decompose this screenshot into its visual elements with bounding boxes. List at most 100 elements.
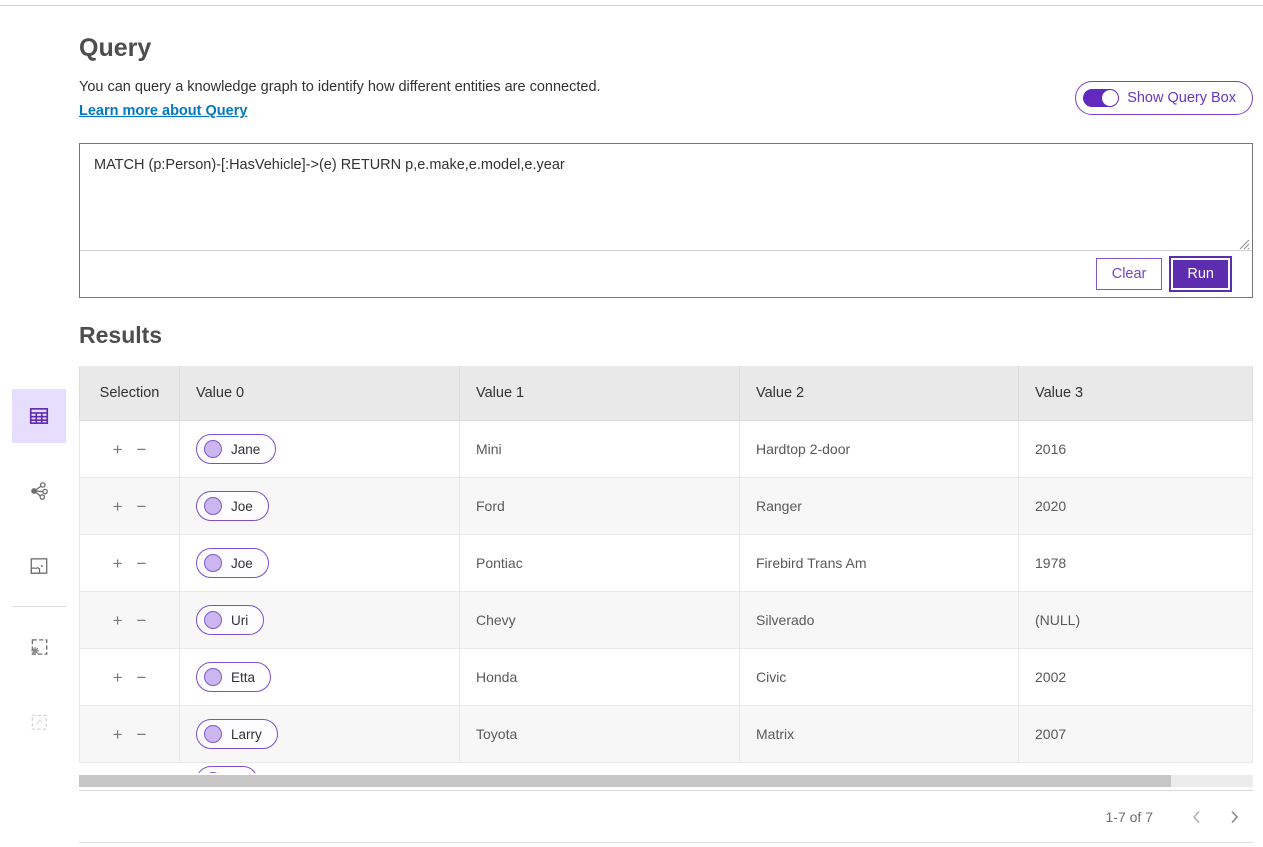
sidebar-item-map-overlay-view[interactable] — [12, 620, 66, 674]
table-header-row: Selection Value 0 Value 1 Value 2 Value … — [79, 366, 1253, 421]
scrollbar-track — [79, 775, 1253, 787]
vehicle-make: Mini — [476, 441, 502, 457]
entity-chip[interactable]: Joe — [196, 548, 269, 578]
select-add-button[interactable]: + — [113, 669, 123, 686]
value1-cell: Pontiac — [460, 535, 740, 591]
entity-dot-icon — [204, 497, 222, 515]
run-button[interactable]: Run — [1171, 258, 1230, 290]
selection-cell: + − — [79, 535, 180, 591]
entity-dot-icon — [204, 554, 222, 572]
table-row: + − Jane Mini Hardtop 2-door — [79, 421, 1253, 478]
value2-cell: Matrix — [740, 706, 1019, 762]
view-switcher-sidebar — [12, 389, 66, 749]
sidebar-item-table-view[interactable] — [12, 389, 66, 443]
select-add-button[interactable]: + — [113, 555, 123, 572]
entity-chip[interactable]: Uri — [196, 605, 264, 635]
pagination-next-button[interactable] — [1215, 802, 1253, 832]
entity-name: Etta — [231, 670, 255, 685]
selection-cell: + − — [79, 421, 180, 477]
table-icon — [28, 405, 50, 427]
resize-handle-icon[interactable] — [1238, 238, 1250, 250]
select-remove-button[interactable]: − — [137, 669, 147, 686]
pagination-prev-button[interactable] — [1177, 802, 1215, 832]
link-chart-icon — [28, 480, 50, 502]
select-remove-button[interactable]: − — [137, 612, 147, 629]
show-query-box-toggle[interactable]: Show Query Box — [1075, 81, 1253, 115]
entity-dot-icon — [204, 611, 222, 629]
vehicle-year: 2020 — [1035, 498, 1066, 514]
value2-cell: Hardtop 2-door — [740, 421, 1019, 477]
vehicle-model: Firebird Trans Am — [756, 555, 866, 571]
value1-cell: Toyota — [460, 706, 740, 762]
chevron-left-icon — [1192, 810, 1201, 824]
value2-cell: Civic — [740, 649, 1019, 705]
vehicle-make: Ford — [476, 498, 505, 514]
table-row: + − Uri Chevy Silverado — [79, 592, 1253, 649]
value1-cell: Chevy — [460, 592, 740, 648]
column-header-value0: Value 0 — [180, 366, 460, 420]
sidebar-divider — [12, 606, 66, 607]
vehicle-make: Pontiac — [476, 555, 523, 571]
map-overlay-icon — [28, 636, 50, 658]
entity-dot-icon — [204, 772, 222, 773]
partial-seventh-row — [79, 763, 1253, 773]
vehicle-model: Hardtop 2-door — [756, 441, 850, 457]
entity-dot-icon — [204, 440, 222, 458]
vehicle-model: Ranger — [756, 498, 802, 514]
value3-cell: 2002 — [1019, 649, 1253, 705]
entity-dot-icon — [204, 725, 222, 743]
vehicle-year: 2016 — [1035, 441, 1066, 457]
entity-chip-clipped — [196, 766, 258, 773]
value3-cell: 2020 — [1019, 478, 1253, 534]
value1-cell: Honda — [460, 649, 740, 705]
vehicle-year: 1978 — [1035, 555, 1066, 571]
table-row: + − Joe Pontiac Firebird Trans Am — [79, 535, 1253, 592]
value2-cell: Ranger — [740, 478, 1019, 534]
entity-chip[interactable]: Joe — [196, 491, 269, 521]
select-add-button[interactable]: + — [113, 498, 123, 515]
select-remove-button[interactable]: − — [137, 555, 147, 572]
sidebar-item-map-view[interactable] — [12, 539, 66, 593]
entity-chip[interactable]: Etta — [196, 662, 271, 692]
table-row: + − Joe Ford Ranger — [79, 478, 1253, 535]
selection-cell: + − — [79, 478, 180, 534]
select-add-button[interactable]: + — [113, 726, 123, 743]
entity-chip[interactable]: Larry — [196, 719, 278, 749]
value0-cell: Uri — [180, 592, 460, 648]
selection-cell: + − — [79, 592, 180, 648]
entity-name: Joe — [231, 556, 253, 571]
query-input[interactable]: MATCH (p:Person)-[:HasVehicle]->(e) RETU… — [80, 144, 1252, 250]
value1-cell: Mini — [460, 421, 740, 477]
results-table: Selection Value 0 Value 1 Value 2 Value … — [79, 366, 1253, 843]
value3-cell: 1978 — [1019, 535, 1253, 591]
selection-cell: + − — [79, 706, 180, 762]
results-title: Results — [79, 322, 162, 349]
entity-name: Joe — [231, 499, 253, 514]
query-box-footer: Clear Run — [80, 250, 1252, 297]
column-header-value3: Value 3 — [1019, 366, 1253, 420]
entity-chip[interactable]: Jane — [196, 434, 276, 464]
entity-name: Uri — [231, 613, 248, 628]
page-title: Query — [79, 34, 151, 63]
select-remove-button[interactable]: − — [137, 726, 147, 743]
table-row: + − Etta Honda Civic — [79, 649, 1253, 706]
select-add-button[interactable]: + — [113, 441, 123, 458]
entity-name: Larry — [231, 727, 262, 742]
table-body: + − Jane Mini Hardtop 2-door — [79, 421, 1253, 763]
select-remove-button[interactable]: − — [137, 441, 147, 458]
vehicle-make: Chevy — [476, 612, 516, 628]
value3-cell: 2007 — [1019, 706, 1253, 762]
scrollbar-thumb[interactable] — [79, 775, 1171, 787]
select-add-button[interactable]: + — [113, 612, 123, 629]
clear-button[interactable]: Clear — [1096, 258, 1163, 290]
chevron-right-icon — [1230, 810, 1239, 824]
value0-cell: Jane — [180, 421, 460, 477]
page-description: You can query a knowledge graph to ident… — [79, 79, 601, 95]
vehicle-model: Silverado — [756, 612, 814, 628]
vehicle-year: (NULL) — [1035, 612, 1080, 628]
sidebar-item-link-chart-view[interactable] — [12, 464, 66, 518]
learn-more-link[interactable]: Learn more about Query — [79, 103, 247, 119]
column-header-selection: Selection — [79, 366, 180, 420]
vehicle-make: Toyota — [476, 726, 517, 742]
select-remove-button[interactable]: − — [137, 498, 147, 515]
